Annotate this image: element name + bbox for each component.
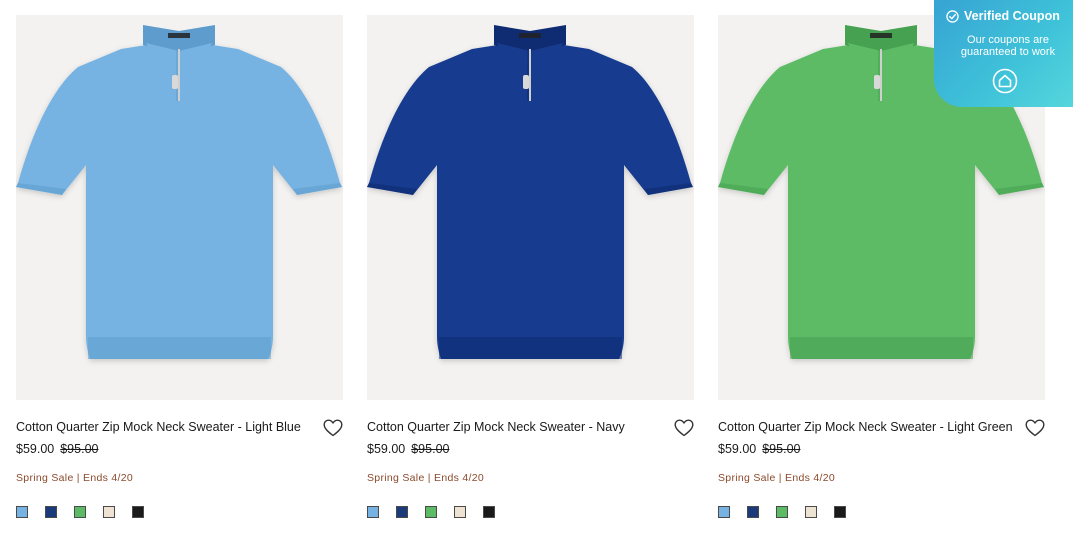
- product-title[interactable]: Cotton Quarter Zip Mock Neck Sweater - L…: [718, 420, 1013, 435]
- color-swatch[interactable]: [367, 506, 379, 518]
- wishlist-heart-icon[interactable]: [674, 419, 694, 437]
- color-swatches: [718, 506, 1045, 518]
- coupon-title: Verified Coupon: [964, 9, 1060, 23]
- original-price: $95.00: [60, 442, 99, 456]
- wishlist-heart-icon[interactable]: [1025, 419, 1045, 437]
- color-swatch[interactable]: [776, 506, 788, 518]
- color-swatch[interactable]: [425, 506, 437, 518]
- coupon-line-2: guaranteed to work: [960, 46, 1056, 58]
- color-swatch[interactable]: [483, 506, 495, 518]
- promo-text: Spring Sale | Ends 4/20: [367, 472, 485, 484]
- product-title[interactable]: Cotton Quarter Zip Mock Neck Sweater - N…: [367, 420, 625, 435]
- color-swatch[interactable]: [103, 506, 115, 518]
- sale-price: $59.00: [718, 442, 757, 456]
- check-circle-icon: [946, 9, 959, 23]
- coupon-line-1: Our coupons are: [967, 34, 1049, 46]
- color-swatch[interactable]: [396, 506, 408, 518]
- sweater-illustration: [16, 25, 342, 359]
- promo-text: Spring Sale | Ends 4/20: [718, 472, 836, 484]
- color-swatch[interactable]: [74, 506, 86, 518]
- promo-text: Spring Sale | Ends 4/20: [16, 472, 134, 484]
- product-price: $59.00 $95.00: [367, 441, 694, 457]
- product-title-row: Cotton Quarter Zip Mock Neck Sweater - L…: [16, 419, 343, 437]
- coupon-description: Our coupons are guaranteed to work: [948, 34, 1068, 58]
- product-image[interactable]: [16, 15, 343, 400]
- product-image[interactable]: [367, 15, 694, 400]
- sale-price: $59.00: [367, 442, 406, 456]
- house-icon: [992, 68, 1018, 94]
- product-title-row: Cotton Quarter Zip Mock Neck Sweater - N…: [367, 419, 694, 437]
- color-swatches: [367, 506, 694, 518]
- original-price: $95.00: [762, 442, 801, 456]
- color-swatches: [16, 506, 343, 518]
- original-price: $95.00: [411, 442, 450, 456]
- product-price: $59.00 $95.00: [16, 441, 343, 457]
- wishlist-heart-icon[interactable]: [323, 419, 343, 437]
- coupon-header: Verified Coupon: [946, 9, 1060, 23]
- sale-price: $59.00: [16, 442, 55, 456]
- color-swatch[interactable]: [834, 506, 846, 518]
- color-swatch[interactable]: [718, 506, 730, 518]
- product-title-row: Cotton Quarter Zip Mock Neck Sweater - L…: [718, 419, 1045, 437]
- product-card[interactable]: Cotton Quarter Zip Mock Neck Sweater - N…: [367, 15, 694, 518]
- product-price: $59.00 $95.00: [718, 441, 1045, 457]
- color-swatch[interactable]: [45, 506, 57, 518]
- product-grid: Cotton Quarter Zip Mock Neck Sweater - L…: [16, 15, 1045, 518]
- product-title[interactable]: Cotton Quarter Zip Mock Neck Sweater - L…: [16, 420, 301, 435]
- product-card[interactable]: Cotton Quarter Zip Mock Neck Sweater - L…: [16, 15, 343, 518]
- verified-coupon-badge[interactable]: Verified Coupon Our coupons are guarante…: [934, 0, 1073, 107]
- color-swatch[interactable]: [16, 506, 28, 518]
- color-swatch[interactable]: [805, 506, 817, 518]
- color-swatch[interactable]: [454, 506, 466, 518]
- color-swatch[interactable]: [132, 506, 144, 518]
- color-swatch[interactable]: [747, 506, 759, 518]
- sweater-illustration: [367, 25, 693, 359]
